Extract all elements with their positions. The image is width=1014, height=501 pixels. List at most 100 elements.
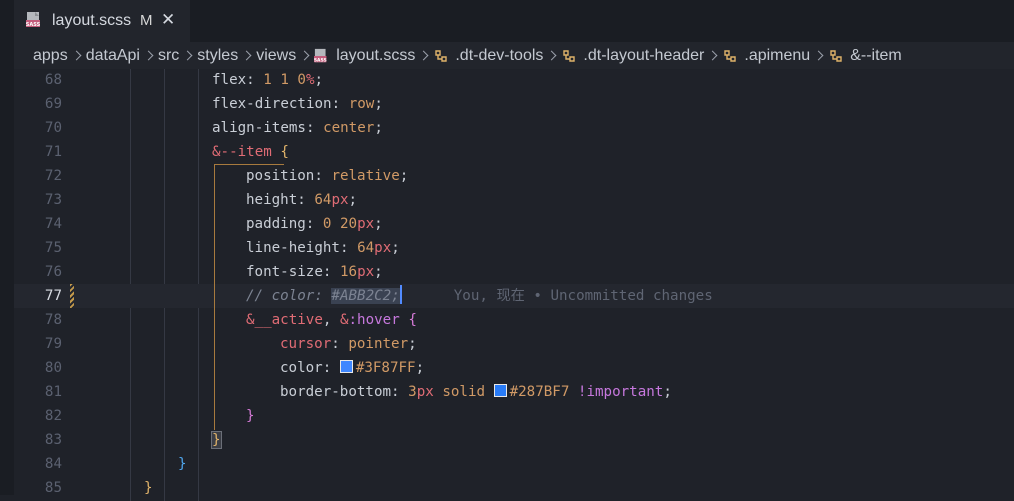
code-line[interactable]: 79 cursor: pointer; [14,332,1014,356]
close-icon[interactable]: ✕ [161,11,175,29]
line-number: 82 [44,408,62,424]
line-number: 85 [44,480,62,496]
activity-strip [0,0,14,495]
breadcrumb-item[interactable]: src [158,47,179,65]
code-line[interactable]: 76 font-size: 16px; [14,260,1014,284]
code-token: ; [374,264,383,280]
active-scope-guide-top [214,164,284,165]
code-token: } [211,431,222,449]
code-line[interactable]: 74 padding: 0 20px; [14,212,1014,236]
code-line[interactable]: 77 // color: #ABB2C2; You, 现在 • Uncommitte… [14,284,1014,308]
code-token: , [322,312,340,328]
color-swatch[interactable] [339,360,353,373]
chevron-right-icon [301,49,309,63]
code-token: : [331,96,349,112]
code-line[interactable]: 75 line-height: 64px; [14,236,1014,260]
code-token: 0 20 [322,216,358,232]
code-token: border-bottom [280,384,392,400]
selector-icon [433,48,455,64]
code-token: position [246,168,315,184]
breadcrumb-item[interactable]: .dt-layout-header [561,47,704,65]
code-token: : [391,384,409,400]
chevron-right-icon [420,49,428,63]
code-token: px [416,384,434,400]
code-token: } [144,480,153,496]
code-line[interactable]: 71 &--item { [14,140,1014,164]
code-editor[interactable]: 68 flex: 1 1 0%; 69 flex-direction: row; 70 a… [14,68,1014,501]
chevron-right-icon [73,49,81,63]
breadcrumb-item[interactable]: dataApi [86,47,140,65]
code-token: ; [415,360,425,376]
code-content: border-bottom: 3px solid #287BF7 !import… [280,380,672,404]
code-content: } [144,476,153,500]
breadcrumb-item[interactable]: .dt-dev-tools [433,47,543,65]
code-token: px [357,264,375,280]
code-token: line-height [246,240,340,256]
line-number: 79 [44,336,62,352]
code-token: 3 [408,384,417,400]
code-token: : [305,216,323,232]
code-token: px [331,192,349,208]
code-line[interactable]: 84} [14,452,1014,476]
code-content: align-items: center; [212,116,383,140]
code-content: color: #3F87FF; [280,356,424,380]
code-content: cursor: pointer; [280,332,417,356]
code-token: color [280,360,323,376]
line-number: 72 [44,168,62,184]
breadcrumb-label: &--item [850,46,902,64]
code-token: padding [246,216,306,232]
code-content: &--item { [212,140,289,164]
code-line[interactable]: 78 &__active, &:hover { [14,308,1014,332]
code-line[interactable]: 68 flex: 1 1 0%; [14,68,1014,92]
modified-line-marker [70,284,74,308]
chevron-right-icon [145,49,153,63]
code-content: flex-direction: row; [212,92,383,116]
code-line[interactable]: 80 color: #3F87FF; [14,356,1014,380]
breadcrumb-item[interactable]: views [256,47,296,65]
code-token: : [322,264,340,280]
code-token: 64 [357,240,375,256]
code-token: // color: [246,288,332,304]
code-token: 64 [314,192,332,208]
breadcrumb-item[interactable]: SASS layout.scss [314,47,415,65]
code-token: flex-direction [212,96,332,112]
line-number: 71 [44,144,62,160]
code-token: &__active [246,312,323,328]
code-content: flex: 1 1 0%; [212,68,323,92]
code-token: pointer [348,336,409,352]
breadcrumb-item[interactable]: styles [197,47,238,65]
selector-icon [722,48,744,64]
line-number: 74 [44,216,62,232]
code-line[interactable]: 81 border-bottom: 3px solid #287BF7 !impo… [14,380,1014,404]
code-line[interactable]: 73 height: 64px; [14,188,1014,212]
code-token: : [339,240,358,256]
code-line[interactable]: 83} [14,428,1014,452]
code-line[interactable]: 70 align-items: center; [14,116,1014,140]
code-token: align-items [212,120,306,136]
code-token: #287BF7 [509,384,570,400]
line-number: 81 [44,384,62,400]
breadcrumb-item[interactable]: &--item [828,47,902,65]
code-token: % [305,72,315,88]
code-line[interactable]: 85} [14,476,1014,500]
color-swatch[interactable] [493,384,507,397]
sass-file-icon: SASS [26,12,41,28]
breadcrumb-item[interactable]: apps [33,47,68,65]
code-line[interactable]: 82} [14,404,1014,428]
breadcrumb-label: layout.scss [336,46,416,64]
code-token: flex [212,72,247,88]
breadcrumb-label: .dt-layout-header [583,46,705,64]
code-content: } [178,452,187,476]
code-token: ; [314,72,324,88]
tab-layout-scss[interactable]: SASS layout.scss M ✕ [14,0,190,43]
code-token: : [314,168,332,184]
code-token: #3F87FF [355,360,416,376]
code-token: 1 1 0 [263,72,306,88]
code-line[interactable]: 72 position: relative; [14,164,1014,188]
chevron-right-icon [184,49,192,63]
chevron-right-icon [548,49,556,63]
breadcrumb-item[interactable]: .apimenu [722,47,810,65]
code-line[interactable]: 69 flex-direction: row; [14,92,1014,116]
code-token: ; [399,168,409,184]
breadcrumb-label: dataApi [85,46,140,64]
